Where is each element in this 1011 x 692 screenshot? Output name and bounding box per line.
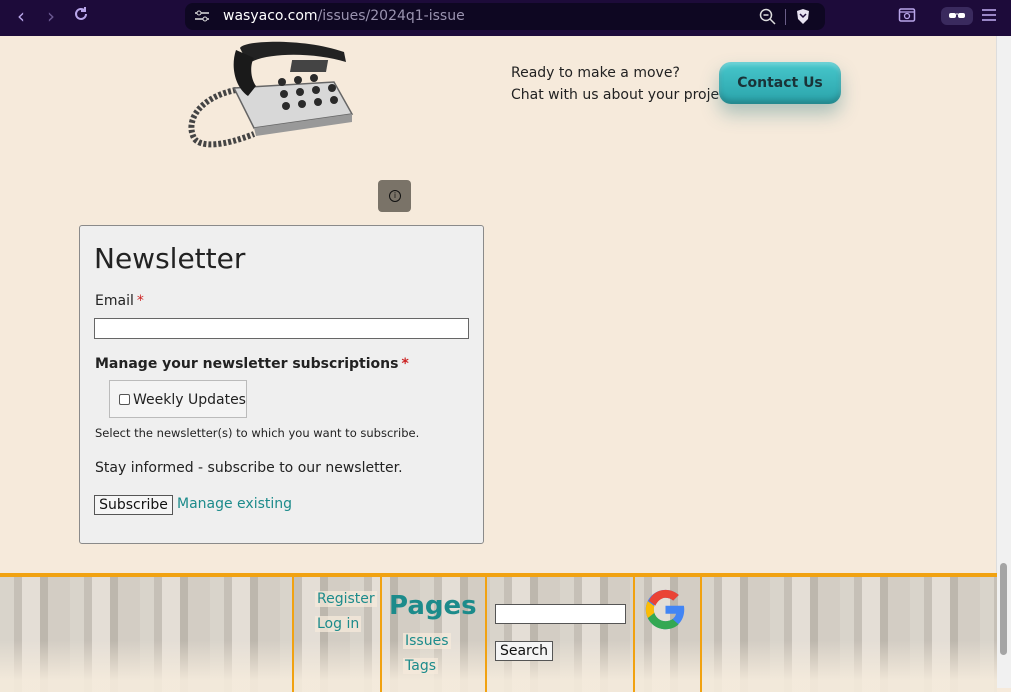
cta-text: Ready to make a move? Chat with us about… bbox=[511, 62, 737, 106]
url-host: wasyaco.com bbox=[223, 8, 318, 24]
help-text: Select the newsletter(s) to which you wa… bbox=[95, 426, 420, 440]
weekly-updates-label[interactable]: Weekly Updates bbox=[133, 392, 246, 408]
footer-search-input[interactable] bbox=[495, 604, 626, 624]
scrollbar-thumb[interactable] bbox=[1000, 563, 1007, 655]
stay-informed-text: Stay informed - subscribe to our newslet… bbox=[95, 460, 403, 476]
back-icon[interactable]: ‹ bbox=[10, 5, 32, 27]
manage-existing-link[interactable]: Manage existing bbox=[177, 496, 292, 512]
subscriptions-label: Manage your newsletter subscriptions * bbox=[95, 356, 409, 372]
url-text[interactable]: wasyaco.com/issues/2024q1-issue bbox=[223, 8, 465, 24]
divider bbox=[785, 9, 786, 25]
zoom-icon[interactable] bbox=[759, 8, 776, 25]
newsletter-title: Newsletter bbox=[94, 242, 246, 275]
telephone-illustration bbox=[188, 41, 354, 148]
required-mark: * bbox=[401, 356, 409, 372]
email-label-text: Email bbox=[95, 293, 134, 309]
search-button[interactable]: Search bbox=[495, 641, 553, 661]
subscriptions-label-text: Manage your newsletter subscriptions bbox=[95, 356, 399, 372]
menu-icon[interactable] bbox=[980, 6, 998, 24]
info-button[interactable]: i bbox=[378, 180, 411, 212]
newsletter-form: Newsletter Email * Manage your newsletter… bbox=[79, 225, 484, 544]
google-icon[interactable] bbox=[643, 587, 688, 632]
url-path: /issues/2024q1-issue bbox=[317, 8, 465, 24]
footer-divider bbox=[485, 577, 487, 692]
email-label: Email * bbox=[95, 293, 144, 309]
cta-line-1: Ready to make a move? bbox=[511, 65, 680, 81]
site-settings-icon[interactable] bbox=[194, 9, 210, 23]
tags-link[interactable]: Tags bbox=[403, 658, 438, 674]
issues-link[interactable]: Issues bbox=[403, 633, 451, 649]
cta-line-2: Chat with us about your project: bbox=[511, 87, 738, 103]
tab-search-icon[interactable] bbox=[898, 6, 916, 24]
forward-icon[interactable]: › bbox=[40, 5, 62, 27]
weekly-updates-checkbox[interactable] bbox=[119, 394, 130, 405]
reload-icon[interactable] bbox=[70, 5, 92, 27]
subscription-options: Weekly Updates bbox=[109, 380, 247, 418]
contact-us-button[interactable]: Contact Us bbox=[719, 62, 841, 104]
email-input[interactable] bbox=[94, 318, 469, 339]
address-bar[interactable]: wasyaco.com/issues/2024q1-issue bbox=[185, 3, 825, 30]
required-mark: * bbox=[136, 293, 144, 309]
brave-shield-icon[interactable] bbox=[795, 8, 811, 25]
footer-divider bbox=[633, 577, 635, 692]
page-scrollbar[interactable] bbox=[996, 36, 1011, 688]
info-icon: i bbox=[389, 190, 401, 202]
browser-toolbar: ‹ › wasyaco.com/issues/2024q1-issue bbox=[0, 0, 1011, 36]
reader-mode-icon[interactable] bbox=[941, 7, 973, 25]
footer-divider bbox=[700, 577, 702, 692]
pages-title: Pages bbox=[389, 591, 477, 621]
subscribe-button[interactable]: Subscribe bbox=[94, 495, 173, 515]
login-link[interactable]: Log in bbox=[315, 616, 362, 632]
register-link[interactable]: Register bbox=[315, 591, 377, 607]
footer: Register Log in Pages Issues Tags Search bbox=[0, 573, 997, 692]
footer-divider bbox=[292, 577, 294, 692]
footer-divider bbox=[380, 577, 382, 692]
